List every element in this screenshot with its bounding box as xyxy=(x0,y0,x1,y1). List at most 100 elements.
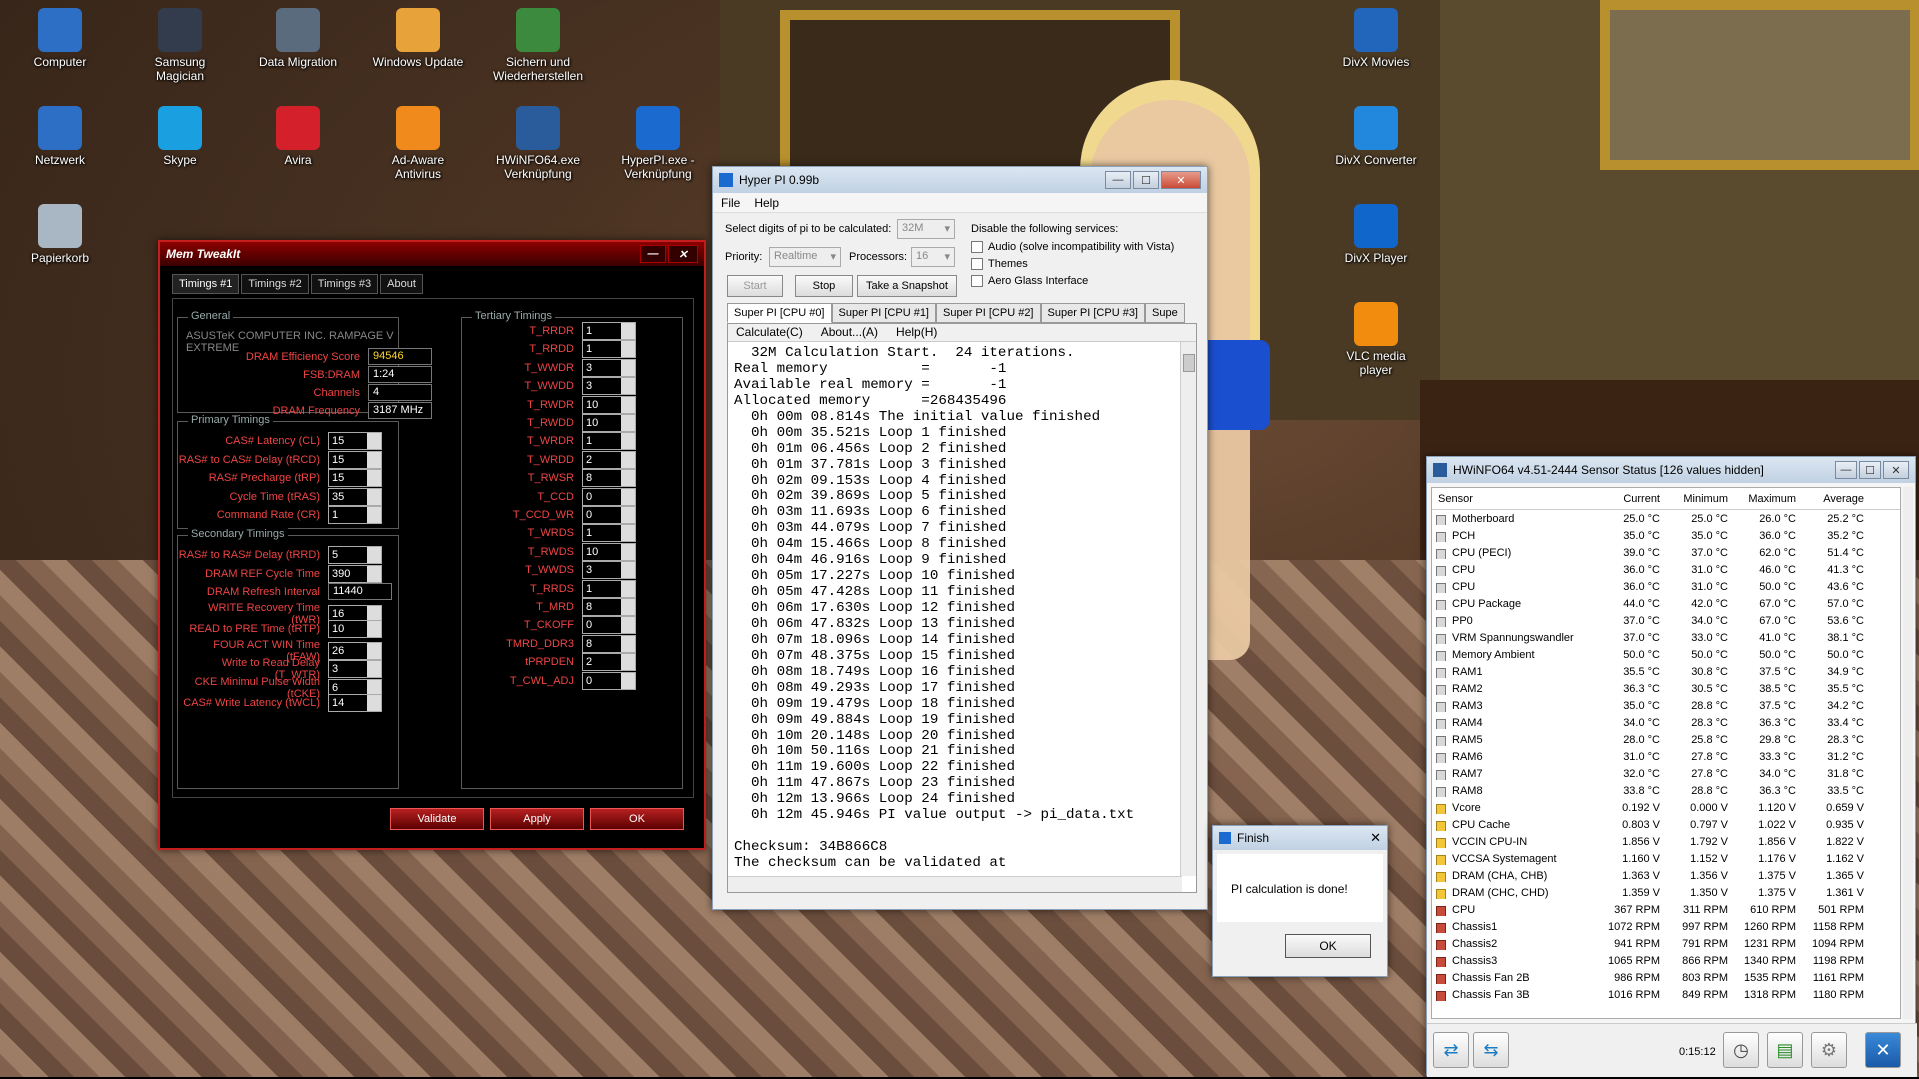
tab-timings-2[interactable]: Timings #2 xyxy=(241,274,309,294)
checkbox[interactable] xyxy=(971,241,983,253)
snapshot-button[interactable]: Take a Snapshot xyxy=(857,275,957,297)
sensor-row[interactable]: DRAM (CHC, CHD) 1.359 V 1.350 V 1.375 V 1.36… xyxy=(1432,884,1900,901)
stop-button[interactable]: Stop xyxy=(795,275,853,297)
timing-select[interactable]: 3 xyxy=(582,377,636,396)
sensor-row[interactable]: CPU 36.0 °C 31.0 °C 46.0 °C 41.3 °C xyxy=(1432,561,1900,578)
digits-select[interactable]: 32M ▾ xyxy=(897,219,955,239)
sensor-scrollbar[interactable] xyxy=(1903,487,1913,1019)
sensor-row[interactable]: CPU Cache 0.803 V 0.797 V 1.022 V 0.935 V xyxy=(1432,816,1900,833)
timing-select[interactable]: 1 xyxy=(328,506,382,524)
timing-select[interactable]: 1 xyxy=(582,524,636,543)
hyperpi-titlebar[interactable]: Hyper PI 0.99b — ☐ ✕ xyxy=(713,167,1207,193)
sensor-row[interactable]: RAM2 36.3 °C 30.5 °C 38.5 °C 35.5 °C xyxy=(1432,680,1900,697)
timing-select[interactable]: 1 xyxy=(582,340,636,359)
desktop-icon[interactable]: Papierkorb xyxy=(14,204,106,265)
clock-icon[interactable]: ◷ xyxy=(1723,1032,1759,1068)
tab-about[interactable]: About xyxy=(380,274,423,294)
sensor-row[interactable]: Chassis1 1072 RPM 997 RPM 1260 RPM 1158 RPM xyxy=(1432,918,1900,935)
maximize-button[interactable]: ☐ xyxy=(1133,171,1159,189)
timing-select[interactable]: 15 xyxy=(328,469,382,487)
close-icon[interactable]: ✕ xyxy=(1865,1032,1901,1068)
column-header[interactable]: Average xyxy=(1800,493,1868,505)
desktop-icon[interactable]: Samsung Magician xyxy=(134,8,226,83)
timing-select[interactable]: 35 xyxy=(328,487,382,506)
minimize-button[interactable]: — xyxy=(1835,461,1857,479)
timing-select[interactable]: 1 xyxy=(582,579,636,598)
desktop-icon[interactable]: Windows Update xyxy=(372,8,464,69)
service-checkbox[interactable]: Aero Glass Interface xyxy=(971,275,1088,287)
sensor-row[interactable]: Motherboard 25.0 °C 25.0 °C 26.0 °C 25.2 °C xyxy=(1432,510,1900,527)
start-button[interactable]: Start xyxy=(727,275,783,297)
cpu-tab[interactable]: Super PI [CPU #3] xyxy=(1040,303,1145,323)
desktop-icon[interactable]: Data Migration xyxy=(252,8,344,69)
superpi-menu-item[interactable]: About...(A) xyxy=(821,325,878,340)
timing-select[interactable]: 0 xyxy=(582,616,636,635)
hwinfo-titlebar[interactable]: HWiNFO64 v4.51-2444 Sensor Status [126 v… xyxy=(1427,457,1915,483)
memtweakit-titlebar[interactable]: Mem TweakIt — ✕ xyxy=(160,242,704,266)
timing-select[interactable]: 2 xyxy=(582,653,636,672)
desktop-icon[interactable]: Netzwerk xyxy=(14,106,106,167)
tab-timings-3[interactable]: Timings #3 xyxy=(310,274,379,294)
desktop-icon[interactable]: Ad-Aware Antivirus xyxy=(372,106,464,181)
sensor-row[interactable]: Chassis2 941 RPM 791 RPM 1231 RPM 1094 RPM xyxy=(1432,935,1900,952)
timing-select[interactable]: 0 xyxy=(582,506,636,524)
close-icon[interactable]: ✕ xyxy=(1370,830,1381,846)
service-checkbox[interactable]: Themes xyxy=(971,258,1028,270)
timing-select[interactable]: 5 xyxy=(328,546,382,564)
sensor-row[interactable]: PCH 35.0 °C 35.0 °C 36.0 °C 35.2 °C xyxy=(1432,527,1900,544)
sensor-row[interactable]: VRM Spannungswandler 37.0 °C 33.0 °C 41.0 °… xyxy=(1432,629,1900,646)
desktop-icon[interactable]: DivX Player xyxy=(1330,204,1422,265)
close-button[interactable]: ✕ xyxy=(1883,461,1909,479)
timing-select[interactable]: 3 xyxy=(582,358,636,377)
column-header[interactable]: Sensor xyxy=(1432,493,1596,505)
timing-select[interactable]: 1 xyxy=(582,432,636,451)
sensor-row[interactable]: RAM8 33.8 °C 28.8 °C 36.3 °C 33.5 °C xyxy=(1432,782,1900,799)
sensor-row[interactable]: DRAM (CHA, CHB) 1.363 V 1.356 V 1.375 V 1.36… xyxy=(1432,867,1900,884)
sensor-row[interactable]: Chassis Fan 3B 1016 RPM 849 RPM 1318 RPM 118… xyxy=(1432,986,1900,1003)
ok-button[interactable]: OK xyxy=(590,808,684,830)
desktop-icon[interactable]: DivX Converter xyxy=(1330,106,1422,167)
priority-select[interactable]: Realtime ▾ xyxy=(769,247,841,267)
column-header[interactable]: Maximum xyxy=(1732,493,1800,505)
timing-select[interactable]: 3 xyxy=(582,561,636,580)
minimize-button[interactable]: — xyxy=(640,245,666,263)
validate-button[interactable]: Validate xyxy=(390,808,484,830)
timing-select[interactable]: 11440 xyxy=(328,583,392,600)
collapse-icon[interactable]: ⇆ xyxy=(1473,1032,1509,1068)
superpi-menu-item[interactable]: Help(H) xyxy=(896,325,937,340)
sensor-row[interactable]: CPU 367 RPM 311 RPM 610 RPM 501 RPM xyxy=(1432,901,1900,918)
timing-select[interactable]: 8 xyxy=(582,469,636,488)
timing-select[interactable]: 10 xyxy=(582,414,636,432)
sensor-row[interactable]: RAM5 28.0 °C 25.8 °C 29.8 °C 28.3 °C xyxy=(1432,731,1900,748)
sensor-row[interactable]: CPU (PECI) 39.0 °C 37.0 °C 62.0 °C 51.4 °C xyxy=(1432,544,1900,561)
sensor-row[interactable]: CPU Package 44.0 °C 42.0 °C 67.0 °C 57.0 °C xyxy=(1432,595,1900,612)
cpu-tab[interactable]: Super PI [CPU #1] xyxy=(831,303,936,323)
timing-select[interactable]: 15 xyxy=(328,432,382,450)
gear-icon[interactable]: ⚙ xyxy=(1811,1032,1847,1068)
timing-select[interactable]: 10 xyxy=(582,542,636,561)
service-checkbox[interactable]: Audio (solve incompatibility with Vista) xyxy=(971,241,1174,253)
processors-select[interactable]: 16 ▾ xyxy=(911,247,955,267)
log-vertical-scrollbar[interactable] xyxy=(1180,342,1196,876)
desktop-icon[interactable]: VLC media player xyxy=(1330,302,1422,377)
desktop-icon[interactable]: Computer xyxy=(14,8,106,69)
sensor-row[interactable]: RAM4 34.0 °C 28.3 °C 36.3 °C 33.4 °C xyxy=(1432,714,1900,731)
navigate-icon[interactable]: ⇄ xyxy=(1433,1032,1469,1068)
cpu-tab[interactable]: Supe xyxy=(1145,303,1185,323)
desktop-icon[interactable]: Avira xyxy=(252,106,344,167)
close-button[interactable]: ✕ xyxy=(1161,171,1201,189)
sensor-row[interactable]: CPU 36.0 °C 31.0 °C 50.0 °C 43.6 °C xyxy=(1432,578,1900,595)
checkbox[interactable] xyxy=(971,258,983,270)
log-horizontal-scrollbar[interactable] xyxy=(728,876,1182,892)
sensor-row[interactable]: Memory Ambient 50.0 °C 50.0 °C 50.0 °C 50.0 … xyxy=(1432,646,1900,663)
sensor-row[interactable]: Chassis3 1065 RPM 866 RPM 1340 RPM 1198 RPM xyxy=(1432,952,1900,969)
desktop-icon[interactable]: HWiNFO64.exe Verknüpfung xyxy=(492,106,584,181)
maximize-button[interactable]: ☐ xyxy=(1859,461,1881,479)
timing-select[interactable]: 8 xyxy=(582,634,636,653)
timing-select[interactable]: 14 xyxy=(328,694,382,712)
desktop-icon[interactable]: HyperPI.exe - Verknüpfung xyxy=(612,106,704,181)
timing-select[interactable]: 0 xyxy=(582,487,636,506)
timing-select[interactable]: 10 xyxy=(582,395,636,414)
menu-help[interactable]: Help xyxy=(754,196,779,210)
timing-select[interactable]: 2 xyxy=(582,450,636,469)
